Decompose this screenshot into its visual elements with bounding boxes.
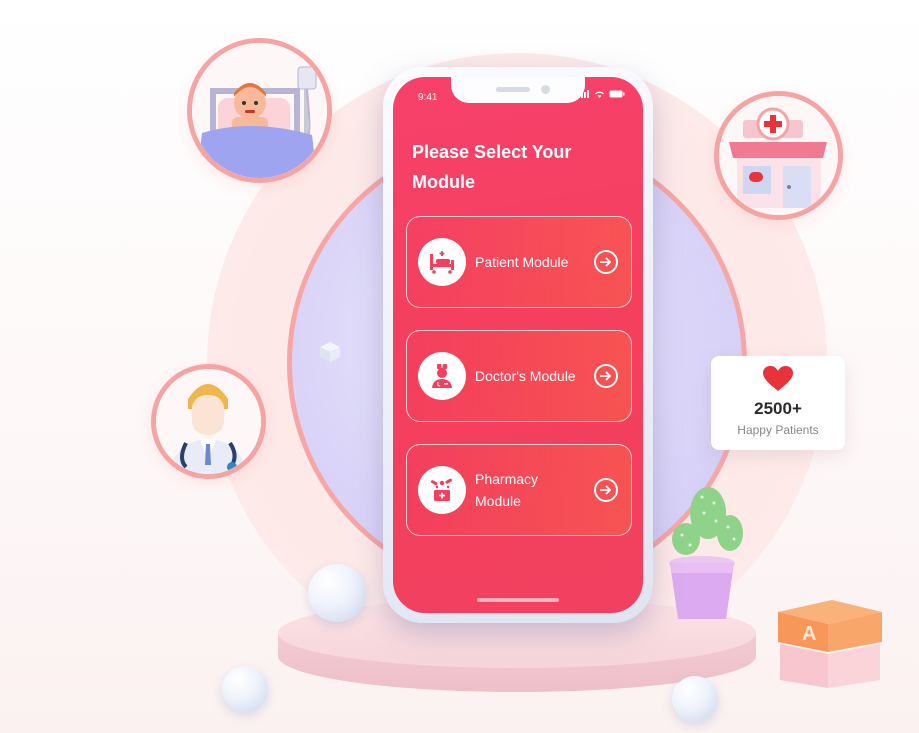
arrow-right-icon[interactable] <box>594 478 618 502</box>
page-title: Please Select Your Module <box>412 137 632 197</box>
stats-value: 2500+ <box>754 399 802 418</box>
title-line: Please Select Your <box>412 142 572 162</box>
arrow-right-icon[interactable] <box>594 250 618 274</box>
patient-module-button[interactable]: Patient Module <box>406 216 632 308</box>
front-camera <box>541 85 550 94</box>
block-letter: A <box>802 623 816 645</box>
cactus-decoration <box>672 487 743 555</box>
status-time: 9:41 <box>418 92 438 103</box>
signal-icon <box>578 90 589 98</box>
letter-block-decoration: A <box>778 600 882 688</box>
module-label-text: Patient Module <box>475 254 569 270</box>
title-line: Module <box>412 172 475 192</box>
battery-icon <box>609 90 625 98</box>
pharmacy-building-illustration <box>714 91 843 220</box>
module-label: Doctor's Module <box>475 365 594 387</box>
module-label: Pharmacy Module <box>475 468 594 512</box>
heart-icon <box>711 366 845 397</box>
speaker <box>496 87 530 92</box>
doctor-icon <box>418 352 466 400</box>
patient-in-bed-illustration <box>187 38 332 183</box>
phone-mockup: 9:41 Please Select Your Module Patient M… <box>383 67 653 623</box>
home-indicator <box>477 598 559 602</box>
cube-decoration <box>320 342 340 362</box>
medicine-box-icon <box>418 466 466 514</box>
wifi-icon <box>595 91 604 98</box>
marketing-scene: A 2500+ Happy Patients 9:41 Please Selec… <box>0 0 919 733</box>
pearl-decoration <box>222 666 268 712</box>
stats-card: 2500+ Happy Patients <box>711 356 845 450</box>
module-label-text: Module <box>475 493 521 509</box>
stats-label: Happy Patients <box>737 423 819 437</box>
pearl-decoration <box>308 564 366 622</box>
module-label-text: Pharmacy <box>475 471 539 487</box>
doctors-module-button[interactable]: Doctor's Module <box>406 330 632 422</box>
flower-pot-decoration <box>669 556 735 619</box>
hospital-bed-icon <box>418 238 466 286</box>
pharmacy-module-button[interactable]: Pharmacy Module <box>406 444 632 536</box>
module-label-text: Doctor's Module <box>475 368 576 384</box>
phone-notch <box>451 77 585 103</box>
doctor-illustration <box>151 364 266 479</box>
phone-screen: 9:41 Please Select Your Module Patient M… <box>393 77 643 613</box>
pearl-decoration <box>672 676 718 722</box>
module-label: Patient Module <box>475 251 594 273</box>
arrow-right-icon[interactable] <box>594 364 618 388</box>
status-icons <box>578 90 625 98</box>
